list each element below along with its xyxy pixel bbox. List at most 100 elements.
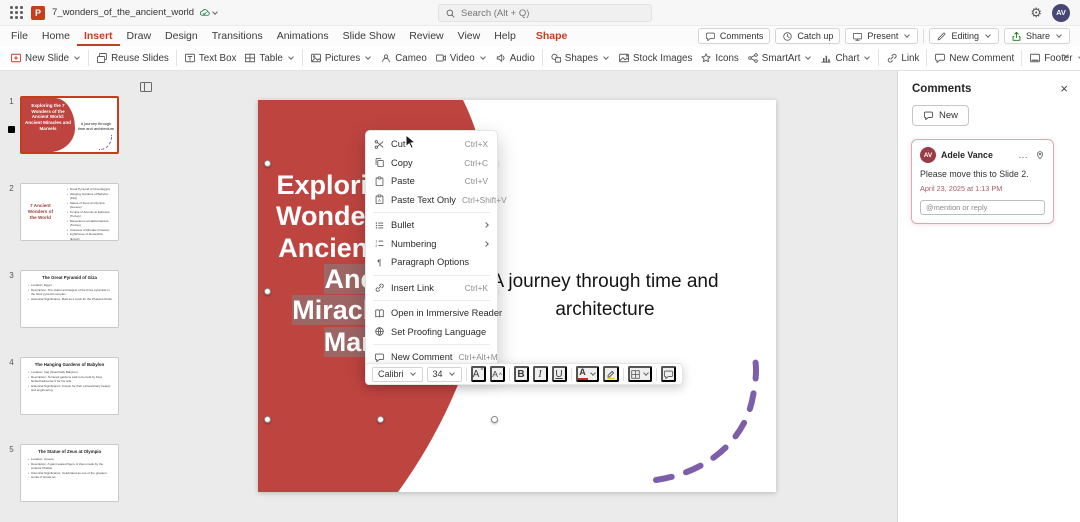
thumbnail-pane-toggle-icon[interactable] <box>140 82 152 92</box>
slide-subtitle-textbox[interactable]: A journey through time and architecture <box>470 268 740 323</box>
menu-tab-file[interactable]: File <box>4 26 35 46</box>
font-name-select[interactable]: Calibri <box>372 366 423 382</box>
menu-tab-slide-show[interactable]: Slide Show <box>336 26 403 46</box>
font-color-button[interactable]: A <box>575 366 599 382</box>
menu-tab-transitions[interactable]: Transitions <box>205 26 270 46</box>
grow-font-button[interactable]: A ^ <box>470 366 486 382</box>
comment-card[interactable]: AV Adele Vance … Please move this to Sli… <box>911 139 1054 225</box>
comment-more-options-icon[interactable]: … <box>1016 150 1030 160</box>
context-menu-item-numbering[interactable]: 1 2 Numbering <box>366 235 497 254</box>
ribbon-button-icons[interactable]: Icons <box>696 48 742 68</box>
catch-up-button[interactable]: Catch up <box>775 28 841 44</box>
selection-handle[interactable] <box>491 416 498 423</box>
shortcut-label: Ctrl+X <box>464 139 488 150</box>
shrink-font-button[interactable]: A ^ <box>489 366 505 382</box>
selection-handle[interactable] <box>264 288 271 295</box>
ribbon-button-pictures[interactable]: Pictures <box>306 48 376 68</box>
share-button[interactable]: Share <box>1003 28 1070 44</box>
context-menu-item-label: Set Proofing Language <box>391 326 487 337</box>
add-comment-button[interactable] <box>660 366 676 382</box>
slide-thumbnail-4[interactable]: The Hanging Gardens of BabylonLocation: … <box>20 357 119 415</box>
menu-tab-review[interactable]: Review <box>402 26 450 46</box>
comments-button[interactable]: Comments <box>697 28 771 44</box>
thumb-title: Exploring the 7 Wonders of the Ancient W… <box>25 103 71 131</box>
filename-chevron-icon[interactable] <box>212 8 218 15</box>
present-button[interactable]: Present <box>845 28 919 44</box>
context-menu-item-paste[interactable]: Paste Ctrl+V <box>366 172 497 191</box>
selection-handle[interactable] <box>377 416 384 423</box>
ribbon-button-audio[interactable]: Audio <box>491 48 539 68</box>
context-menu-item-cut[interactable]: Cut Ctrl+X <box>366 135 497 154</box>
context-menu-item-paste-text-only[interactable]: A Paste Text Only Ctrl+Shift+V <box>366 191 507 210</box>
audio-icon <box>495 52 507 64</box>
menu-tab-animations[interactable]: Animations <box>270 26 336 46</box>
slide-thumbnail-2[interactable]: 7 Ancient Wonders of the World Great Pyra… <box>20 183 119 241</box>
context-menu-item-bullet[interactable]: Bullet <box>366 216 497 235</box>
ribbon-button-chart[interactable]: Chart <box>816 48 875 68</box>
user-avatar[interactable]: AV <box>1052 3 1070 22</box>
ribbon-button-shapes[interactable]: Shapes <box>546 48 614 68</box>
ribbon-button-video[interactable]: Video <box>431 48 491 68</box>
underline-button[interactable]: U <box>551 366 567 382</box>
slide-thumbnail-5[interactable]: The Statue of Zeus at OlympiaLocation: G… <box>20 444 119 502</box>
selection-handle[interactable] <box>264 416 271 423</box>
menu-right-actions: Comments Catch up Present Editing Share <box>697 28 1076 44</box>
context-menu-item-label: Paragraph Options <box>391 257 470 268</box>
svg-text:2: 2 <box>375 244 377 248</box>
toolbar-divider <box>655 367 657 381</box>
powerpoint-icon[interactable]: P <box>31 5 45 20</box>
ribbon: New Slide Reuse Slides Text Box Table Pictur… <box>0 46 1080 71</box>
context-menu-item-paragraph-options[interactable]: ¶ Paragraph Options <box>366 253 497 272</box>
menu-tab-shape[interactable]: Shape <box>529 26 575 46</box>
thumb-title: The Statue of Zeus at Olympia <box>38 449 101 454</box>
svg-text:A: A <box>378 198 381 203</box>
context-menu-item-copy[interactable]: Copy Ctrl+C <box>366 154 497 173</box>
menu-tab-home[interactable]: Home <box>35 26 77 46</box>
menu-tab-view[interactable]: View <box>451 26 488 46</box>
menu-tab-design[interactable]: Design <box>158 26 205 46</box>
context-menu-item-label: Paste Text Only <box>391 194 456 205</box>
table-borders-button[interactable] <box>627 366 652 382</box>
search-input[interactable] <box>461 7 631 19</box>
thumb-title-area: 7 Ancient Wonders of the World <box>21 184 60 240</box>
slide-canvas[interactable]: Exploring the 7 Wonders of the Ancient W… <box>258 100 776 492</box>
slide-thumbnail-1[interactable]: Exploring the 7 Wonders of the Ancient W… <box>20 96 119 154</box>
document-title[interactable]: 7_wonders_of_the_ancient_world <box>52 7 194 18</box>
menu-tab-help[interactable]: Help <box>487 26 523 46</box>
new-comment-button[interactable]: New <box>912 105 970 126</box>
ribbon-button-new-slide[interactable]: New Slide <box>6 48 85 68</box>
ribbon-button-stock-images[interactable]: Stock Images <box>614 48 696 68</box>
settings-gear-icon[interactable]: ⚙ <box>1030 6 1042 19</box>
selection-handle[interactable] <box>264 160 271 167</box>
search-box[interactable] <box>438 4 652 22</box>
comment-reply-input[interactable] <box>920 200 1045 216</box>
ribbon-button-text-box[interactable]: Text Box <box>180 48 241 68</box>
italic-button[interactable]: I <box>532 366 548 382</box>
context-menu-divider <box>373 212 490 213</box>
menu-tab-draw[interactable]: Draw <box>120 26 159 46</box>
editing-mode-button[interactable]: Editing <box>929 28 999 44</box>
close-comments-icon[interactable]: × <box>1060 82 1068 95</box>
context-menu-item-insert-link[interactable]: Insert Link Ctrl+K <box>366 279 497 298</box>
context-menu-item-set-proofing-language[interactable]: Set Proofing Language <box>366 323 497 342</box>
presence-indicator <box>8 126 15 133</box>
highlighter-button[interactable] <box>602 366 619 382</box>
ribbon-button-new-comment[interactable]: New Comment <box>930 48 1018 68</box>
ribbon-button-reuse-slides[interactable]: Reuse Slides <box>92 48 173 68</box>
ribbon-button-cameo[interactable]: Cameo <box>376 48 431 68</box>
app-launcher-icon[interactable] <box>10 6 23 19</box>
ribbon-button-smartart[interactable]: SmartArt <box>743 48 817 68</box>
ribbon-button-label: Chart <box>835 52 860 64</box>
font-size-select[interactable]: 34 <box>426 366 462 382</box>
bold-button[interactable]: B <box>513 366 529 382</box>
submenu-chevron-icon <box>483 222 489 229</box>
slide-thumbnail-3[interactable]: The Great Pyramid of GizaLocation: Egypt… <box>20 270 119 328</box>
reader-icon <box>374 308 391 319</box>
context-menu-item-open-in-immersive-reader[interactable]: Open in Immersive Reader <box>366 304 502 323</box>
ribbon-button-footer[interactable]: Footer <box>1025 48 1080 68</box>
ribbon-button-table[interactable]: Table <box>240 48 298 68</box>
menu-tab-insert[interactable]: Insert <box>77 26 120 46</box>
font-name-chevron-icon <box>409 370 416 376</box>
comment-anchor-pin-icon[interactable] <box>1035 150 1045 160</box>
ribbon-button-link[interactable]: Link <box>882 48 923 68</box>
